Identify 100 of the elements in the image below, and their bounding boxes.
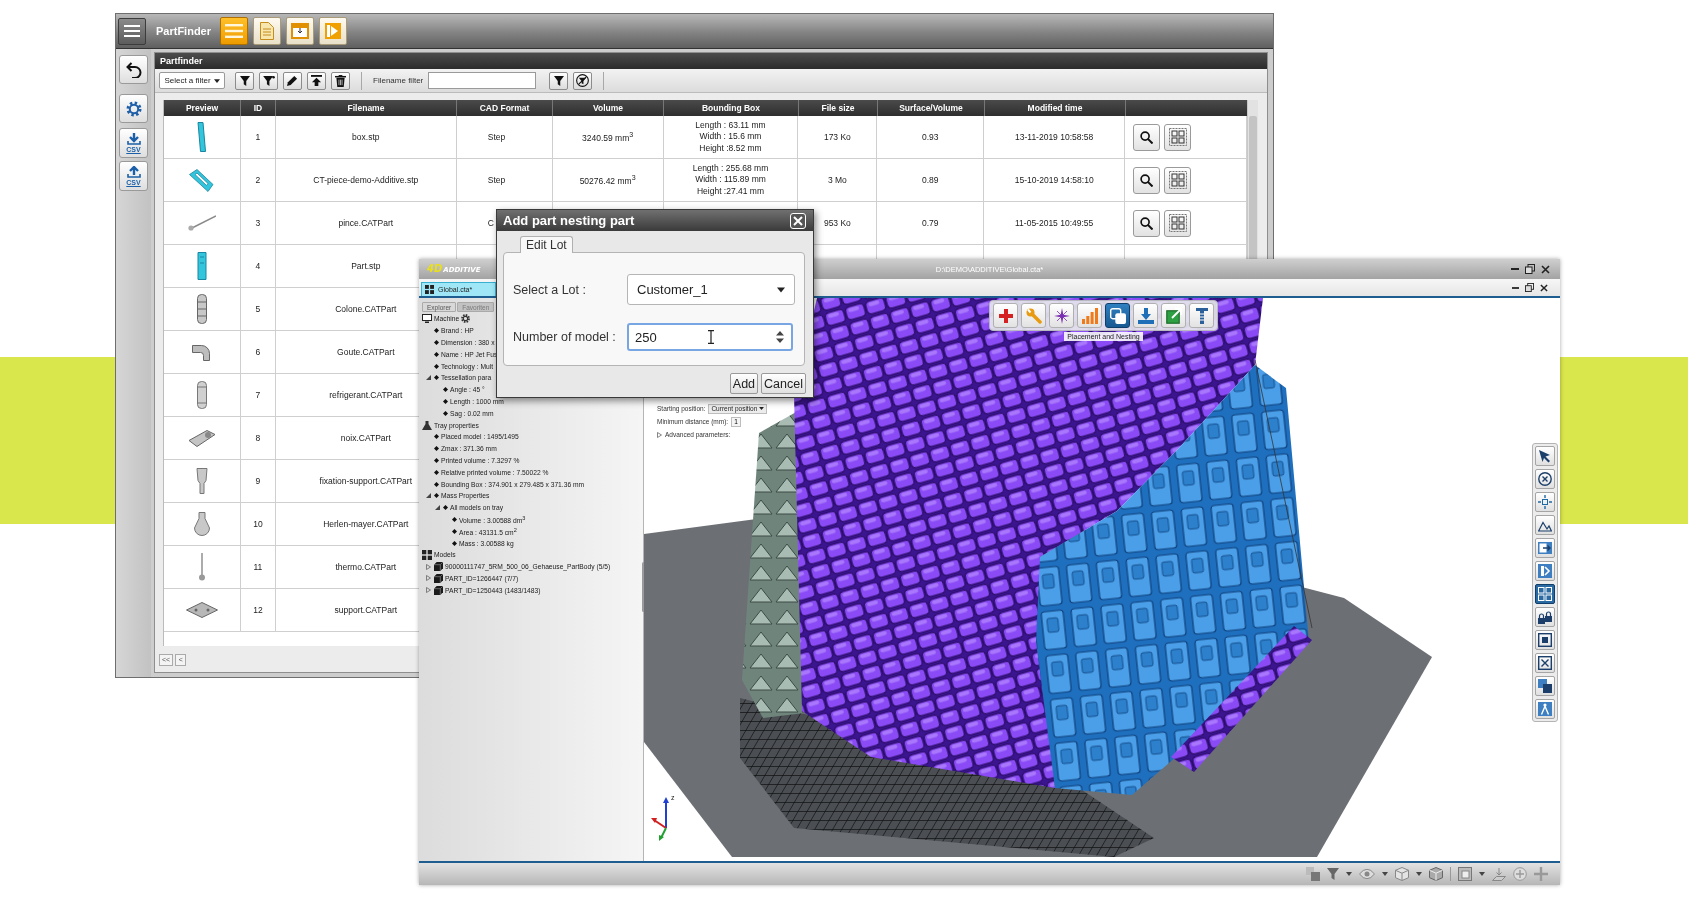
column-header[interactable]: Preview [164,100,241,116]
cube-icon[interactable] [1429,867,1443,881]
table-cell: 7 [240,374,276,417]
dimension-text: Length : 255.68 mm [692,162,769,175]
toolbar-button[interactable] [1535,469,1555,489]
app-title: PartFinder [156,25,211,37]
filter-label: Filename filter [373,76,424,85]
mode-button[interactable] [220,17,248,45]
search-button[interactable] [1133,123,1161,151]
bullet-icon [434,363,439,369]
grid-icon [1168,128,1187,146]
expand-arrow-icon[interactable] [435,505,440,511]
toolbar-button[interactable] [1105,303,1130,328]
number-field[interactable]: 250 [627,323,793,351]
filter-button[interactable] [235,71,254,90]
layout-button[interactable] [1164,123,1192,151]
settings-button[interactable] [119,94,148,123]
expand-arrow-icon[interactable] [426,493,431,499]
part-thumbnail [185,602,218,618]
move-top-button[interactable] [307,71,326,90]
mode-button[interactable] [253,17,281,45]
add-button[interactable]: Add [729,373,759,394]
toolbar-button[interactable] [993,303,1018,328]
close-button[interactable] [790,212,806,229]
toolbar-button[interactable] [1535,653,1555,673]
square-icon[interactable] [1458,867,1472,881]
clear-filter-button[interactable] [573,71,593,90]
menu-icon [124,25,140,37]
dimension-text: Height :8.52 mm [699,142,762,155]
column-header[interactable]: Filename [276,100,457,116]
column-header[interactable]: Surface/Volume [878,100,985,116]
edit-button[interactable] [283,71,302,90]
table-cell: 2 [240,159,276,202]
toolbar-button[interactable] [1535,515,1555,535]
tab[interactable]: Edit Lot [520,236,573,253]
search-button[interactable] [1133,209,1161,237]
cube-icon[interactable] [1395,867,1409,881]
toolbar-button[interactable] [1189,303,1214,328]
filename-filter-field[interactable] [428,72,537,89]
toolbar-button[interactable] [1161,303,1186,328]
scrollbar[interactable] [1247,100,1258,259]
column-header[interactable]: File size [799,100,878,116]
logo-mark: 4D [427,263,443,275]
gear-icon[interactable] [461,314,471,324]
caret-icon[interactable] [1416,872,1422,876]
column-header[interactable]: ID [241,100,276,116]
download-icon [1137,307,1154,324]
tool-icon [1193,307,1210,324]
column-header[interactable]: Volume [553,100,664,116]
undo-button[interactable] [119,55,148,84]
toolbar-button[interactable] [1535,492,1555,512]
eye-icon[interactable] [1359,869,1375,879]
bar-chart-icon [1081,307,1098,324]
toolbar-button[interactable] [1535,538,1555,558]
circle-x-icon [1538,472,1552,486]
panel-title: Partfinder [160,56,203,66]
filter-dropdown[interactable]: Select a filter [159,72,225,89]
scrollbar-thumb[interactable] [1249,116,1257,259]
toolbar-button[interactable] [1133,303,1158,328]
menu-button[interactable] [118,17,146,45]
part-thumbnail [187,428,216,448]
caret-icon[interactable] [1346,872,1352,876]
funnel-icon[interactable] [1327,868,1339,880]
caret-icon[interactable] [1479,872,1485,876]
close-icon[interactable] [1541,264,1550,274]
layout-button[interactable] [1164,166,1192,194]
bullet-icon [434,328,439,334]
column-header[interactable]: CAD Format [457,100,553,116]
column-header[interactable]: Bounding Box [664,100,799,116]
table-cell: 10 [240,503,276,546]
expand-arrow-icon[interactable] [426,375,431,381]
mode-button[interactable] [286,17,314,45]
table-cell: 15-10-2019 14:58:10 [984,159,1126,202]
caret-icon [759,407,765,410]
upload-icon [126,165,141,178]
table-cell: 0.93 [877,116,985,159]
minimize-icon[interactable] [1512,286,1519,289]
expand-arrow-icon[interactable] [657,431,662,438]
apply-filter-button[interactable] [549,71,569,90]
toolbar-button[interactable] [1535,676,1555,696]
lot-dropdown[interactable]: Customer_1 [627,274,795,305]
toolbar-button[interactable] [1049,303,1074,328]
bullet-icon [434,481,439,487]
toolbar-button[interactable] [1535,446,1555,466]
cancel-button[interactable]: Cancel [761,373,806,394]
filter-add-button[interactable] [259,71,278,90]
column-header[interactable]: Modified time [985,100,1126,116]
toolbar-button[interactable] [1535,630,1555,650]
document-icon [260,22,274,40]
mode-button[interactable] [319,17,347,45]
toolbar-button[interactable] [1535,584,1555,604]
search-button[interactable] [1133,166,1161,194]
toolbar-button[interactable] [1535,607,1555,627]
layout-button[interactable] [1164,209,1192,237]
copy-icon[interactable] [1306,867,1320,881]
close-icon[interactable] [1540,283,1548,292]
spinner-icon[interactable] [776,331,784,343]
caret-icon[interactable] [1382,872,1388,876]
delete-button[interactable] [331,71,350,90]
part-thumbnail [194,468,209,494]
